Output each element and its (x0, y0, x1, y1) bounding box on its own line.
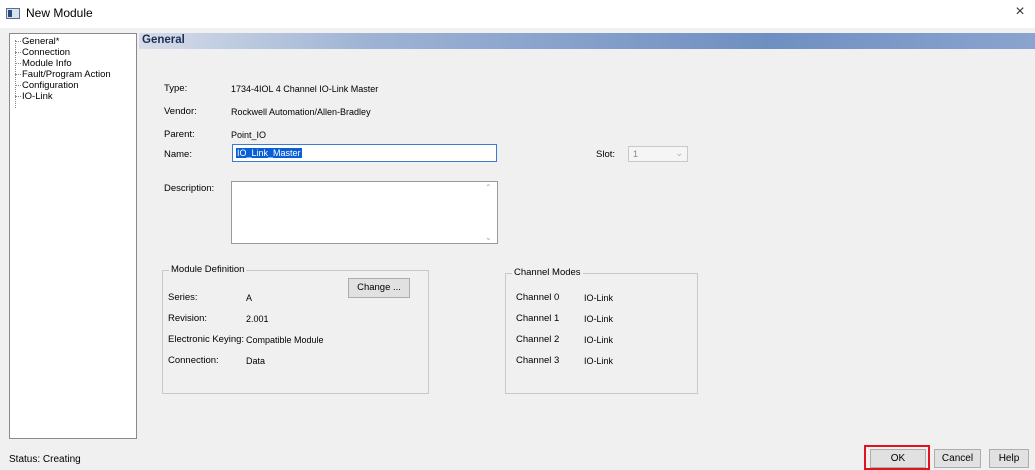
help-button[interactable]: Help (989, 449, 1029, 468)
ok-button[interactable]: OK (870, 449, 926, 468)
description-label: Description: (164, 183, 215, 194)
name-label: Name: (164, 149, 192, 160)
parent-label: Parent: (164, 129, 195, 140)
type-value: 1734-4IOL 4 Channel IO-Link Master (231, 84, 379, 94)
tree-item-module-info[interactable]: Module Info (14, 58, 72, 69)
revision-value: 2.001 (246, 314, 269, 324)
channel-3-value: IO-Link (584, 356, 614, 366)
type-label: Type: (164, 83, 188, 94)
channel-3-label: Channel 3 (516, 355, 560, 366)
title-bar: New Module × (0, 0, 1035, 28)
name-input-value: IO_Link_Master (236, 148, 302, 158)
name-input[interactable]: IO_Link_Master (232, 144, 497, 162)
vendor-label: Vendor: (164, 106, 197, 117)
channel-1-value: IO-Link (584, 314, 614, 324)
description-scrollbar[interactable]: ⌃ ⌄ (483, 182, 497, 243)
vendor-value: Rockwell Automation/Allen-Bradley (231, 107, 371, 117)
scroll-up-icon[interactable]: ⌃ (485, 183, 492, 192)
slot-value: 1 (633, 149, 639, 159)
panel-header: General (139, 33, 1035, 49)
window-icon (6, 8, 20, 19)
revision-label: Revision: (168, 313, 208, 324)
channel-modes-title: Channel Modes (512, 267, 583, 278)
status-text: Status: Creating (9, 454, 81, 465)
connection-value: Data (246, 356, 266, 366)
electronic-keying-label: Electronic Keying: (168, 334, 245, 345)
channel-2-label: Channel 2 (516, 334, 560, 345)
tree-item-general[interactable]: General* (14, 36, 60, 47)
channel-1-label: Channel 1 (516, 313, 560, 324)
close-icon[interactable]: × (1011, 2, 1029, 22)
series-value: A (246, 293, 253, 303)
slot-select[interactable]: 1 ⌄ (628, 146, 688, 162)
description-field[interactable]: ⌃ ⌄ (231, 181, 498, 244)
connection-label: Connection: (168, 355, 219, 366)
slot-label: Slot: (596, 149, 616, 160)
channel-0-value: IO-Link (584, 293, 614, 303)
module-definition-title: Module Definition (169, 264, 247, 275)
window-title: New Module (26, 6, 93, 20)
channel-0-label: Channel 0 (516, 292, 560, 303)
parent-value: Point_IO (231, 130, 267, 140)
tree-item-fault-program-action[interactable]: Fault/Program Action (14, 69, 111, 80)
electronic-keying-value: Compatible Module (246, 335, 324, 345)
panel-title: General (142, 34, 185, 46)
scroll-down-icon[interactable]: ⌄ (485, 233, 492, 242)
change-button[interactable]: Change ... (348, 278, 410, 298)
tree-item-connection[interactable]: Connection (14, 47, 70, 58)
tree-item-io-link[interactable]: IO-Link (14, 91, 53, 102)
cancel-button[interactable]: Cancel (934, 449, 981, 468)
channel-2-value: IO-Link (584, 335, 614, 345)
series-label: Series: (168, 292, 198, 303)
chevron-down-icon: ⌄ (675, 148, 683, 158)
tree-item-configuration[interactable]: Configuration (14, 80, 79, 91)
category-tree: General* Connection Module Info Fault/Pr… (9, 33, 137, 439)
